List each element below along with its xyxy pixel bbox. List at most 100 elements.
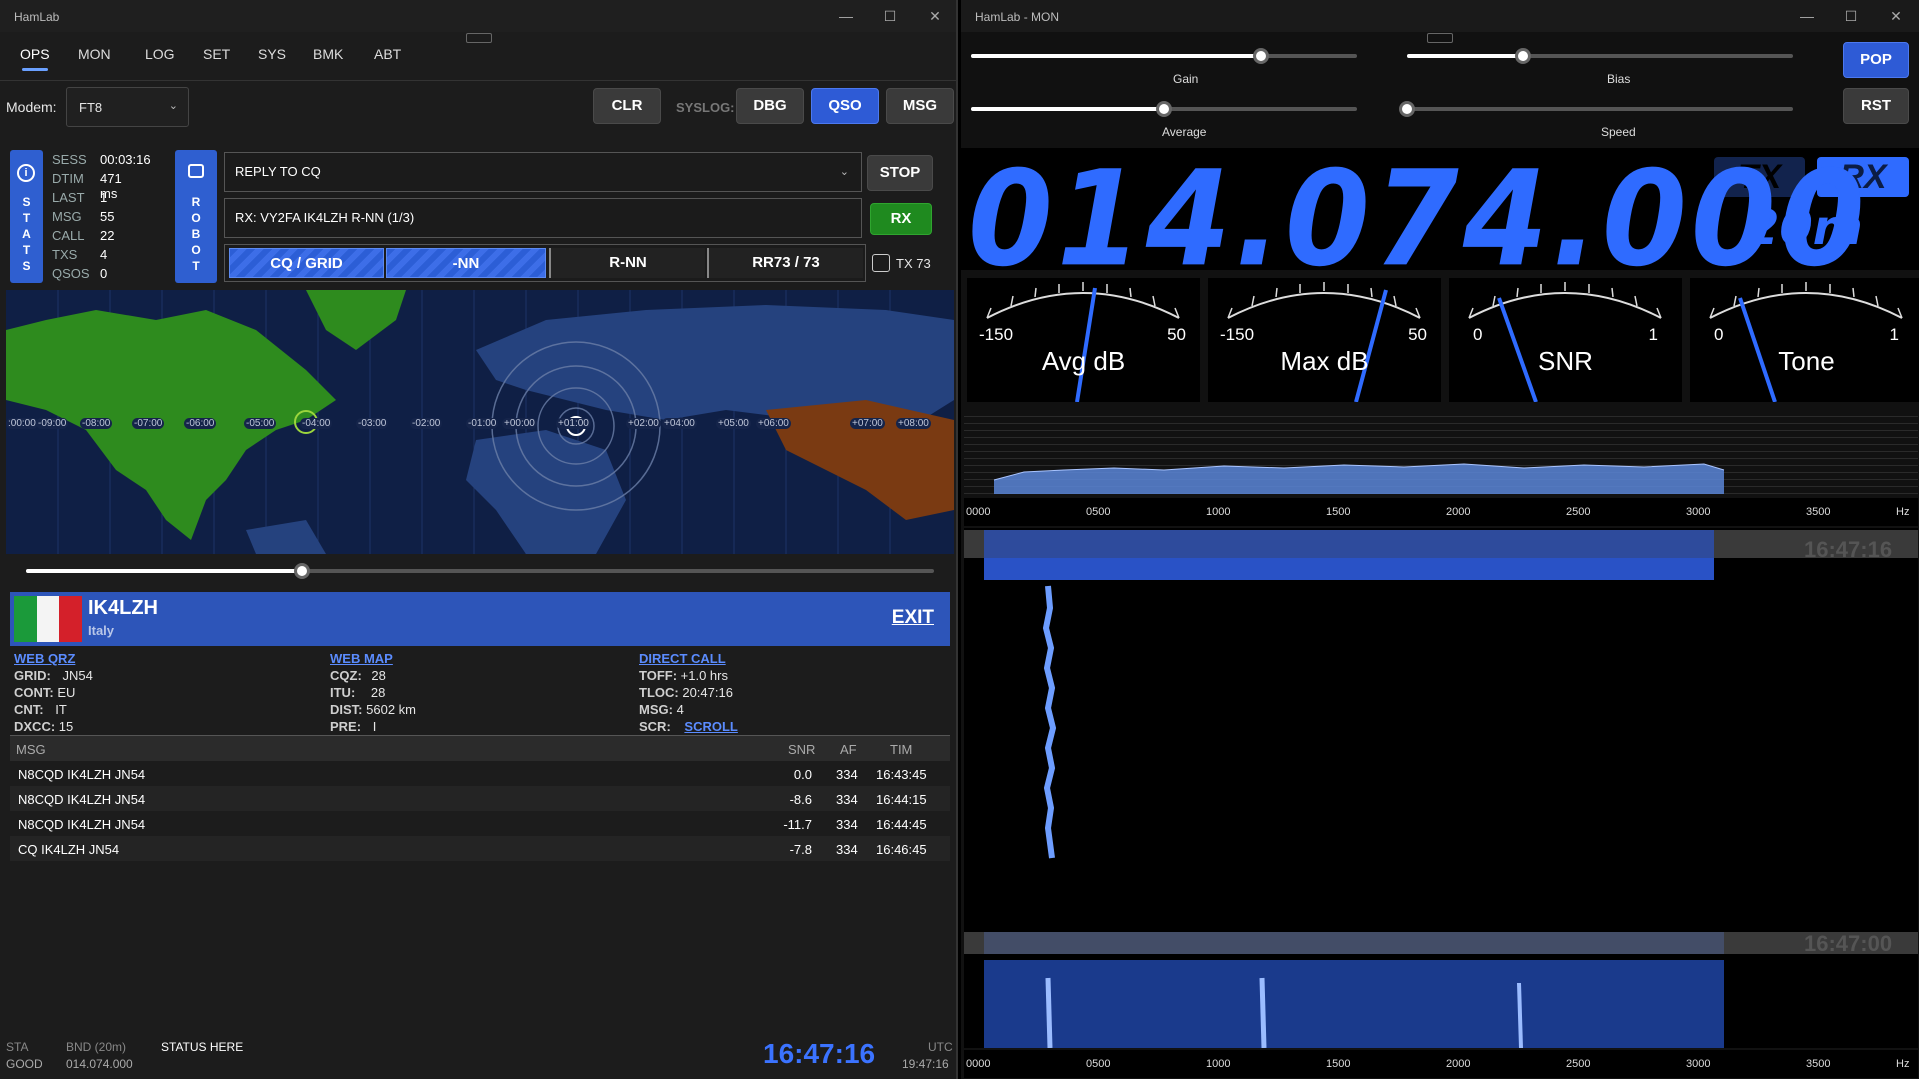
spectrum-panel — [964, 410, 1918, 494]
cell-tim: 16:46:45 — [876, 842, 927, 857]
rx-text-field[interactable]: RX: VY2FA IK4LZH R-NN (1/3) — [224, 198, 862, 238]
cell-af: 334 — [836, 817, 858, 832]
info-col-1: WEB QRZ GRID: JN54 CONT: EU CNT: IT DXCC… — [14, 651, 93, 736]
meter-title: Tone — [1778, 346, 1835, 376]
meter-snr: 0 1 SNR — [1449, 278, 1682, 402]
stop-button[interactable]: STOP — [867, 155, 933, 191]
meter-tone: 0 1 Tone — [1690, 278, 1919, 402]
direct-call-link[interactable]: DIRECT CALL — [639, 651, 726, 666]
rst-button[interactable]: RST — [1843, 88, 1909, 124]
web-qrz-link[interactable]: WEB QRZ — [14, 651, 75, 666]
waterfall-time-label: 16:47:16 — [1804, 537, 1893, 562]
seq-cq-grid[interactable]: CQ / GRID — [229, 248, 384, 278]
axis-unit: Hz — [1896, 506, 1910, 518]
clr-button[interactable]: CLR — [593, 88, 661, 124]
exit-link[interactable]: EXIT — [892, 607, 934, 629]
ops-window: HamLab — ☐ ✕ OPS MON LOG SET SYS BMK ABT… — [0, 0, 958, 1079]
bias-slider-thumb[interactable] — [1515, 48, 1531, 64]
meter-min: -150 — [979, 325, 1014, 344]
tab-set[interactable]: SET — [203, 46, 230, 62]
tz-label: +05:00 — [716, 418, 751, 429]
bnd-value: 014.074.000 — [66, 1057, 133, 1071]
modem-select[interactable]: FT8 ⌄ — [66, 87, 189, 127]
average-slider-thumb[interactable] — [1156, 101, 1172, 117]
map-slider-thumb[interactable] — [294, 563, 310, 579]
axis-tick: 3000 — [1686, 1058, 1711, 1070]
axis-tick: 3000 — [1686, 506, 1711, 518]
col-header-snr[interactable]: SNR — [788, 742, 815, 757]
info-value: 4 — [676, 702, 684, 717]
info-value: EU — [57, 685, 76, 700]
tab-mon[interactable]: MON — [78, 46, 111, 62]
minimize-icon[interactable]: — — [836, 6, 856, 26]
modem-label: Modem: — [6, 99, 57, 115]
table-row[interactable]: N8CQD IK4LZH JN54 -8.6 334 16:44:15 — [10, 786, 950, 811]
tab-log[interactable]: LOG — [145, 46, 175, 62]
col-header-msg[interactable]: MSG — [16, 742, 46, 757]
tab-ops[interactable]: OPS — [20, 46, 50, 71]
info-key: CNT: — [14, 702, 44, 717]
tz-label: :00:00 — [6, 418, 38, 429]
dbg-button[interactable]: DBG — [736, 88, 804, 124]
status-message: STATUS HERE — [161, 1040, 244, 1054]
minimize-icon[interactable]: — — [1797, 6, 1817, 26]
cell-msg: N8CQD IK4LZH JN54 — [18, 817, 146, 832]
info-key: ITU: — [330, 685, 356, 700]
rx-button[interactable]: RX — [870, 203, 932, 235]
info-value: 20:47:16 — [682, 685, 733, 700]
country-text: Italy — [88, 623, 115, 638]
maximize-icon[interactable]: ☐ — [880, 6, 900, 26]
maximize-icon[interactable]: ☐ — [1841, 6, 1861, 26]
info-value: 5602 km — [366, 702, 416, 717]
seq-r-nn[interactable]: R-NN — [549, 248, 705, 278]
robot-vertical-label: R O B O T — [191, 195, 201, 273]
chevron-down-icon: ⌄ — [168, 100, 178, 112]
pop-button[interactable]: POP — [1843, 42, 1909, 78]
bnd-label: BND (20m) — [66, 1040, 127, 1054]
message-table: MSG SNR AF TIM N8CQD IK4LZH JN54 0.0 334… — [10, 735, 950, 861]
waterfall[interactable] — [964, 528, 1918, 1049]
stats-side-tab[interactable]: i S T A T S — [10, 150, 43, 283]
col-header-tim[interactable]: TIM — [890, 742, 912, 757]
cell-tim: 16:44:45 — [876, 817, 927, 832]
tab-bmk[interactable]: BMK — [313, 46, 343, 62]
meter-title: Avg dB — [1041, 346, 1126, 376]
drag-grip-icon[interactable] — [466, 33, 492, 43]
cell-msg: N8CQD IK4LZH JN54 — [18, 767, 146, 782]
drag-grip-icon[interactable] — [1427, 33, 1453, 43]
sta-label: STA — [6, 1040, 29, 1054]
msg-button[interactable]: MSG — [886, 88, 954, 124]
close-icon[interactable]: ✕ — [1886, 6, 1906, 26]
table-row[interactable]: N8CQD IK4LZH JN54 0.0 334 16:43:45 — [10, 761, 950, 786]
robot-side-tab[interactable]: R O B O T — [175, 150, 217, 283]
seq-nn[interactable]: -NN — [386, 248, 546, 278]
local-time: 19:47:16 — [902, 1057, 949, 1071]
modem-value: FT8 — [79, 100, 103, 115]
bias-slider-fill — [1407, 54, 1523, 58]
col-header-af[interactable]: AF — [840, 742, 857, 757]
tz-label: -04:00 — [300, 418, 333, 429]
table-row[interactable]: CQ IK4LZH JN54 -7.8 334 16:46:45 — [10, 836, 950, 861]
seq-rr73[interactable]: RR73 / 73 — [707, 248, 863, 278]
bias-label: Bias — [1607, 72, 1631, 86]
utc-label: UTC — [928, 1040, 953, 1054]
close-icon[interactable]: ✕ — [925, 6, 945, 26]
speed-slider-thumb[interactable] — [1399, 101, 1415, 117]
speed-slider-track[interactable] — [1407, 107, 1793, 111]
meter-max: 50 — [1408, 325, 1427, 344]
cell-snr: -7.8 — [789, 842, 812, 857]
axis-tick: 0500 — [1086, 506, 1111, 518]
table-row[interactable]: N8CQD IK4LZH JN54 -11.7 334 16:44:45 — [10, 811, 950, 836]
average-label: Average — [1162, 125, 1207, 139]
web-map-link[interactable]: WEB MAP — [330, 651, 393, 666]
gain-slider-thumb[interactable] — [1253, 48, 1269, 64]
meter-min: 0 — [1714, 325, 1724, 344]
tab-abt[interactable]: ABT — [374, 46, 401, 62]
tab-sys[interactable]: SYS — [258, 46, 286, 62]
reply-select[interactable]: REPLY TO CQ ⌄ — [224, 152, 862, 192]
divider — [0, 80, 956, 81]
scroll-link[interactable]: SCROLL — [684, 719, 737, 734]
tx73-checkbox[interactable] — [872, 254, 890, 272]
qso-button[interactable]: QSO — [811, 88, 879, 124]
waterfall-svg — [964, 528, 1918, 1049]
